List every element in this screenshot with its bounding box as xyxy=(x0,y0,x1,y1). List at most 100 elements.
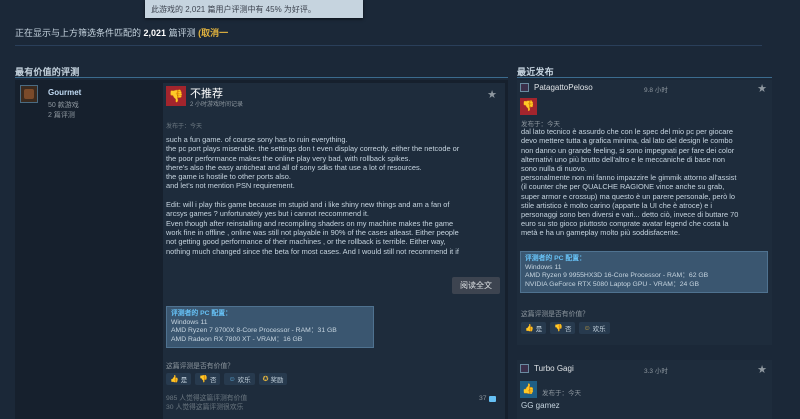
vote-no-button[interactable]: 👎 否 xyxy=(550,322,576,334)
recent-review-card: Turbo Gagi 3.3 小时 ★ 👍 发布于：今天 GG gamez xyxy=(517,360,772,419)
review-line: arcsys games ? unfortunately yes but i c… xyxy=(166,209,369,219)
helpful-counts: 985 人觉得这篇评测有价值 30 人觉得这篇评测很欢乐 xyxy=(166,394,247,412)
avatar[interactable] xyxy=(20,85,38,103)
vote-funny-button[interactable]: ☺ 欢乐 xyxy=(579,322,610,334)
helpful-question: 这篇评测是否有价值？ xyxy=(166,363,234,370)
vote-funny-label: 欢乐 xyxy=(592,326,606,333)
vote-funny-label: 欢乐 xyxy=(237,377,251,384)
thumbs-down-icon: 👎 xyxy=(554,325,563,332)
award-label: 奖励 xyxy=(270,377,284,384)
review-line: there's also the easy anticheat and all … xyxy=(166,162,422,172)
section-rule-recent xyxy=(517,77,772,78)
smiley-icon: ☺ xyxy=(228,375,236,383)
pc-spec-gpu: NVIDIA GeForce RTX 5080 Laptop GPU - VRA… xyxy=(525,280,700,288)
pc-config-title: 评测者的 PC 配置： xyxy=(525,255,586,262)
helpful-review-card: Gourmet 50 款游戏 2 篇评测 👎 不推荐 2 小时游戏时间记录 ★ … xyxy=(15,80,508,419)
author-reviews[interactable]: 2 篇评测 xyxy=(48,110,75,120)
review-body: dal lato tecnico è assurdo che con le sp… xyxy=(521,118,738,238)
helpful-count: 985 人觉得这篇评测有价值 xyxy=(166,395,248,402)
vote-yes-label: 是 xyxy=(180,377,188,384)
review-line: non danno un grande feeling, si sono imp… xyxy=(521,145,735,155)
clear-filter-link[interactable]: (取消一 xyxy=(198,28,228,38)
pc-spec-cpu: AMD Ryzen 7 9700X 8-Core Processor - RAM… xyxy=(171,327,337,335)
author-name[interactable]: PatagattoPeloso xyxy=(534,83,593,92)
funny-count: 30 人觉得这篇评测很欢乐 xyxy=(166,404,244,411)
review-line: Edit: will i play this game because im s… xyxy=(166,200,450,210)
thumbs-up-icon: 👍 xyxy=(525,325,534,332)
review-line: Even though after reinstalling and recom… xyxy=(166,218,454,228)
vote-no-label: 否 xyxy=(209,377,217,384)
star-icon[interactable]: ★ xyxy=(757,82,767,95)
top-divider xyxy=(15,45,762,46)
review-line: and let's not mention PSN requirement. xyxy=(166,181,295,191)
review-line: stile artistico è molto carino (apparte … xyxy=(521,200,713,210)
review-line: (il counter che per QUALCHE RAGIONE vinc… xyxy=(521,182,725,192)
posted-date: 发布于：今天 xyxy=(542,390,581,397)
avatar[interactable] xyxy=(520,364,529,373)
review-line: euro su sto gioco piuttosto comprate ava… xyxy=(521,219,729,229)
pc-config-box: 评测者的 PC 配置： Windows 11 AMD Ryzen 7 9700X… xyxy=(166,306,374,348)
review-score-tooltip: 此游戏的 2,021 篇用户评测中有 45% 为好评。 xyxy=(145,0,363,18)
vote-funny-button[interactable]: ☺ 欢乐 xyxy=(224,373,255,385)
pc-spec-cpu: AMD Ryzen 9 9955HX3D 16-Core Processor -… xyxy=(525,272,709,280)
star-icon[interactable]: ★ xyxy=(757,363,767,376)
pc-config-title: 评测者的 PC 配置： xyxy=(171,310,232,317)
vote-no-label: 否 xyxy=(564,326,572,333)
star-icon[interactable]: ★ xyxy=(487,88,497,101)
review-line: the poor performance makes the online pl… xyxy=(166,153,411,163)
thumbs-down-icon[interactable]: 👎 xyxy=(520,98,537,115)
review-content: 👎 不推荐 2 小时游戏时间记录 ★ 发布于：今天 such a fun gam… xyxy=(163,83,505,419)
review-line: GG gamez xyxy=(521,401,560,410)
smiley-icon: ☺ xyxy=(583,324,591,332)
filter-count: 2,021 xyxy=(143,28,167,38)
review-line: super armor e crossup) ma questo è un pa… xyxy=(521,191,736,201)
filter-summary: 正在显示与上方筛选条件匹配的 2,021 篇评测 (取消一 xyxy=(15,26,228,39)
review-line: work fine in offline , online was still … xyxy=(166,227,459,237)
review-body: such a fun game. of course sony has to r… xyxy=(166,135,498,275)
filter-suffix: 篇评测 xyxy=(168,28,196,38)
comment-count: 37 xyxy=(479,395,487,402)
review-line: such a fun game. of course sony has to r… xyxy=(166,135,348,144)
vote-yes-button[interactable]: 👍 是 xyxy=(521,322,547,334)
review-line: devo mettere tutta a grafica minima, dal… xyxy=(521,136,733,146)
award-icon: ✪ xyxy=(262,376,269,383)
award-button[interactable]: ✪ 奖励 xyxy=(258,373,288,385)
text-fade xyxy=(163,255,505,277)
comment-icon xyxy=(488,395,496,402)
pc-config-box: 评测者的 PC 配置： Windows 11 AMD Ryzen 9 9955H… xyxy=(520,251,768,293)
review-line: dal lato tecnico è assurdo che con le sp… xyxy=(521,127,733,137)
vote-yes-label: 是 xyxy=(535,326,543,333)
filter-prefix: 正在显示与上方筛选条件匹配的 xyxy=(15,28,142,38)
review-hours: 2 小时游戏时间记录 xyxy=(190,102,244,108)
vote-buttons: 👍 是 👎 否 ☺ 欢乐 xyxy=(521,322,610,334)
review-line: alternativi uno più brutto dell'altro e … xyxy=(521,154,725,164)
vote-no-button[interactable]: 👎 否 xyxy=(195,373,221,385)
author-products[interactable]: 50 款游戏 xyxy=(48,100,79,110)
helpful-question: 这篇评测是否有价值？ xyxy=(521,311,589,318)
pc-spec-os: Windows 11 xyxy=(525,263,562,271)
thumbs-down-icon: 👎 xyxy=(199,376,208,383)
review-line: personalmente non mi fanno impazzire le … xyxy=(521,173,737,183)
review-line: metà e ha un gameplay molto più soddisfa… xyxy=(521,228,680,238)
author-name[interactable]: Gourmet xyxy=(48,88,81,97)
posted-date: 发布于：今天 xyxy=(166,124,203,130)
review-line: personaggi sono ben diversi e vari... de… xyxy=(521,210,739,220)
review-line: the pc port plays miserable. the setting… xyxy=(166,144,460,154)
pc-spec-gpu: AMD Radeon RX 7800 XT - VRAM：16 GB xyxy=(171,335,303,343)
section-rule-helpful xyxy=(15,77,508,78)
thumbs-up-icon[interactable]: 👍 xyxy=(520,381,537,398)
vote-yes-button[interactable]: 👍 是 xyxy=(166,373,192,385)
thumbs-down-icon[interactable]: 👎 xyxy=(166,86,186,106)
pc-spec-os: Windows 11 xyxy=(171,318,208,326)
comments-link[interactable]: 37 xyxy=(479,395,496,402)
review-line: the game is hostile to other ports also. xyxy=(166,172,291,182)
review-hours: 3.3 小时 xyxy=(644,368,668,375)
recent-review-card: PatagattoPeloso 9.8 小时 ★ 👎 发布于：今天 dal la… xyxy=(517,80,772,345)
read-more-button[interactable]: 阅读全文 xyxy=(452,277,500,294)
author-name[interactable]: Turbo Gagi xyxy=(534,364,574,373)
avatar[interactable] xyxy=(520,83,529,92)
review-line: not getting good performance of their ma… xyxy=(166,237,446,247)
review-line: sono nulla di nuovo. xyxy=(521,164,587,173)
